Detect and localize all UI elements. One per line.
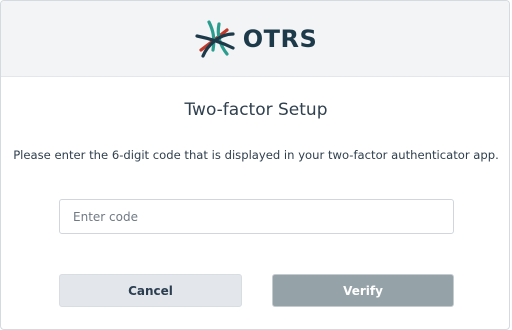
verify-button[interactable]: Verify — [272, 274, 454, 307]
otrs-logo-icon — [195, 19, 235, 58]
otrs-logo: OTRS — [193, 16, 318, 62]
two-factor-dialog: OTRS Two-factor Setup Please enter the 6… — [0, 0, 510, 330]
page-title: Two-factor Setup — [184, 100, 328, 120]
logo-text: OTRS — [242, 24, 318, 53]
dialog-header: OTRS — [1, 1, 509, 77]
code-input[interactable] — [59, 199, 454, 234]
cancel-button[interactable]: Cancel — [59, 274, 242, 307]
instruction-text: Please enter the 6-digit code that is di… — [13, 148, 499, 162]
